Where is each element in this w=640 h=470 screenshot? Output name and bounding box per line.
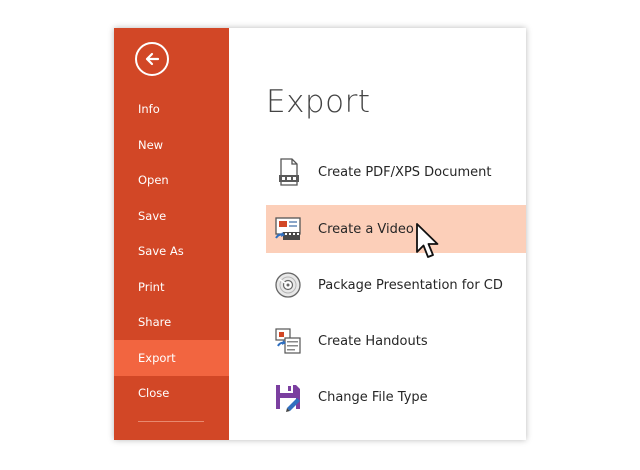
sidebar-item-label: Print bbox=[138, 280, 165, 294]
sidebar-item-open[interactable]: Open bbox=[114, 162, 229, 198]
option-label: Package Presentation for CD bbox=[318, 277, 503, 293]
option-label: Create a Video bbox=[318, 221, 414, 237]
save-file-icon bbox=[271, 380, 305, 414]
sidebar-item-new[interactable]: New bbox=[114, 127, 229, 163]
sidebar-item-label: Share bbox=[138, 315, 172, 329]
sidebar-item-save-as[interactable]: Save As bbox=[114, 233, 229, 269]
cd-icon bbox=[271, 268, 305, 302]
option-create-handouts[interactable]: Create Handouts bbox=[266, 317, 526, 365]
sidebar-item-info[interactable]: Info bbox=[114, 91, 229, 127]
sidebar-item-label: Open bbox=[138, 173, 169, 187]
sidebar-item-label: Save As bbox=[138, 244, 184, 258]
export-pane: Export Create PDF/XPS Document Create a … bbox=[229, 28, 526, 440]
page-title: Export bbox=[266, 84, 371, 120]
sidebar-item-label: New bbox=[138, 138, 164, 152]
sidebar-item-export[interactable]: Export bbox=[114, 340, 229, 376]
option-change-file-type[interactable]: Change File Type bbox=[266, 373, 526, 421]
sidebar-item-label: Export bbox=[138, 351, 176, 365]
option-label: Create Handouts bbox=[318, 333, 428, 349]
sidebar-item-label: Close bbox=[138, 386, 170, 400]
sidebar-divider bbox=[138, 421, 204, 422]
backstage-sidebar: Info New Open Save Save As Print Share E… bbox=[114, 28, 229, 440]
back-button[interactable] bbox=[135, 42, 169, 76]
option-package-for-cd[interactable]: Package Presentation for CD bbox=[266, 261, 526, 309]
option-label: Create PDF/XPS Document bbox=[318, 164, 492, 180]
sidebar-item-close[interactable]: Close bbox=[114, 375, 229, 411]
option-create-video[interactable]: Create a Video bbox=[266, 205, 526, 253]
sidebar-item-label: Save bbox=[138, 209, 167, 223]
backstage-window: Info New Open Save Save As Print Share E… bbox=[114, 28, 526, 440]
pdf-document-icon bbox=[271, 155, 305, 189]
option-create-pdf-xps[interactable]: Create PDF/XPS Document bbox=[266, 148, 526, 196]
option-label: Change File Type bbox=[318, 389, 428, 405]
sidebar-item-print[interactable]: Print bbox=[114, 269, 229, 305]
video-icon bbox=[271, 212, 305, 246]
sidebar-item-save[interactable]: Save bbox=[114, 198, 229, 234]
sidebar-item-share[interactable]: Share bbox=[114, 304, 229, 340]
back-arrow-icon bbox=[145, 52, 160, 66]
sidebar-item-label: Info bbox=[138, 102, 160, 116]
handouts-icon bbox=[271, 324, 305, 358]
